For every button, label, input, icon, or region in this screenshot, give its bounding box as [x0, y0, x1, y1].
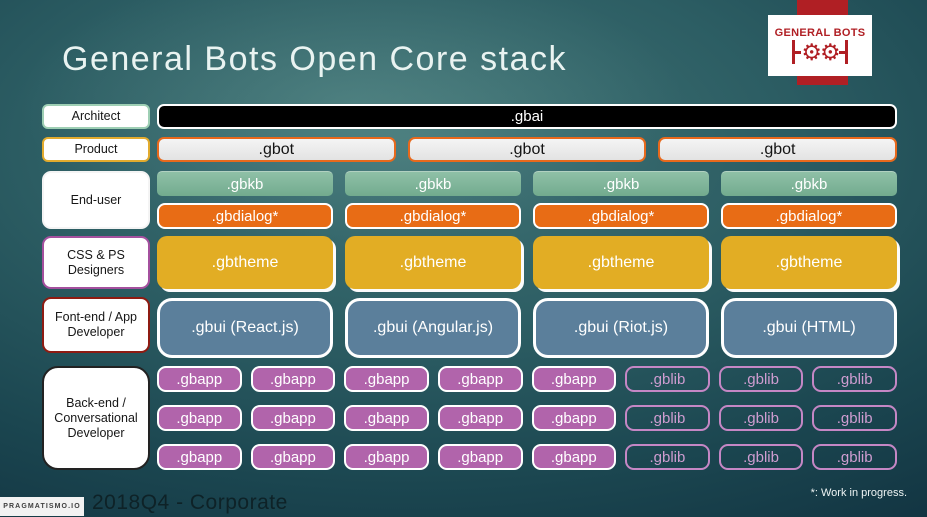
row-label-end-user: End-user — [42, 171, 150, 229]
row-gbui: .gbui (React.js) .gbui (Angular.js) .gbu… — [157, 298, 897, 358]
gbdialog-box: .gbdialog* — [721, 203, 897, 229]
gbapp-box: .gbapp — [437, 444, 523, 470]
gblib-box: .gblib — [812, 405, 897, 431]
gbapp-box: .gbapp — [437, 366, 523, 392]
gbapp-box: .gbapp — [250, 444, 336, 470]
gbkb-box: .gbkb — [721, 171, 897, 196]
gblib-box: .gblib — [625, 444, 710, 470]
gbot-box: .gbot — [658, 137, 898, 162]
gblib-box: .gblib — [625, 366, 710, 392]
gbtheme-box: .gbtheme — [721, 236, 897, 289]
gbui-react-box: .gbui (React.js) — [157, 298, 333, 358]
gblib-box: .gblib — [718, 444, 804, 470]
gbapp-box: .gbapp — [531, 444, 617, 470]
gbtheme-box: .gbtheme — [345, 236, 521, 289]
gear-glyphs: ⚙⚙ — [801, 38, 840, 65]
gblib-box: .gblib — [812, 366, 897, 392]
footer-caption: 2018Q4 - Corporate — [92, 491, 288, 514]
gbapp-box: .gbapp — [157, 366, 242, 392]
gbapp-box: .gbapp — [157, 405, 242, 431]
row-gbapp-gblib-1: .gbapp .gbapp .gbapp .gbapp .gbapp .gbli… — [157, 366, 897, 392]
row-gbapp-gblib-3: .gbapp .gbapp .gbapp .gbapp .gbapp .gbli… — [157, 444, 897, 470]
gbapp-box: .gbapp — [531, 405, 617, 431]
row-label-frontend-app-developer: Font-end / App Developer — [42, 297, 150, 353]
gblib-box: .gblib — [625, 405, 710, 431]
general-bots-logo: GENERAL BOTS ⚙⚙ — [768, 15, 872, 76]
row-gbtheme: .gbtheme .gbtheme .gbtheme .gbtheme — [157, 236, 897, 289]
gbkb-box: .gbkb — [157, 171, 333, 196]
gbui-angular-box: .gbui (Angular.js) — [345, 298, 521, 358]
row-label-backend-conversational-developer: Back-end / Conversational Developer — [42, 366, 150, 470]
gbapp-box: .gbapp — [437, 405, 523, 431]
gbdialog-box: .gbdialog* — [157, 203, 333, 229]
gbtheme-box: .gbtheme — [533, 236, 709, 289]
pragmatismo-logo-chip: PRAGMATISMO.IO — [0, 497, 84, 516]
gbot-box: .gbot — [157, 137, 396, 162]
gbapp-box: .gbapp — [344, 444, 429, 470]
gbapp-box: .gbapp — [250, 405, 336, 431]
row-gbdialog: .gbdialog* .gbdialog* .gbdialog* .gbdial… — [157, 203, 897, 229]
row-gbkb: .gbkb .gbkb .gbkb .gbkb — [157, 171, 897, 196]
gbapp-box: .gbapp — [157, 444, 242, 470]
gbkb-box: .gbkb — [533, 171, 709, 196]
gbkb-box: .gbkb — [345, 171, 521, 196]
row-gbapp-gblib-2: .gbapp .gbapp .gbapp .gbapp .gbapp .gbli… — [157, 405, 897, 431]
gblib-box: .gblib — [718, 405, 804, 431]
gbapp-box: .gbapp — [344, 405, 429, 431]
gblib-box: .gblib — [812, 444, 897, 470]
gbai-box: .gbai — [157, 104, 897, 129]
gbot-box: .gbot — [407, 137, 647, 162]
gbtheme-box: .gbtheme — [157, 236, 333, 289]
gbui-html-box: .gbui (HTML) — [721, 298, 897, 358]
logo-brand-text: GENERAL BOTS — [774, 27, 866, 39]
row-label-css-ps-designers: CSS & PS Designers — [42, 236, 150, 289]
row-label-architect: Architect — [42, 104, 150, 129]
row-gbai: .gbai — [157, 104, 897, 129]
row-gbot: .gbot .gbot .gbot — [157, 137, 898, 162]
row-label-product: Product — [42, 137, 150, 162]
gbdialog-box: .gbdialog* — [533, 203, 709, 229]
page-title: General Bots Open Core stack — [62, 40, 568, 78]
gbapp-box: .gbapp — [531, 366, 617, 392]
gbapp-box: .gbapp — [344, 366, 429, 392]
gears-icon: ⚙⚙ — [792, 38, 848, 65]
gbui-riot-box: .gbui (Riot.js) — [533, 298, 709, 358]
gblib-box: .gblib — [718, 366, 804, 392]
pragmatismo-brand-text: PRAGMATISMO.IO — [3, 503, 81, 510]
gear-right-bar — [844, 40, 848, 64]
gbdialog-box: .gbdialog* — [345, 203, 521, 229]
work-in-progress-note: *: Work in progress. — [810, 487, 907, 499]
slide-background: General Bots Open Core stack GENERAL BOT… — [0, 0, 927, 517]
gbapp-box: .gbapp — [250, 366, 336, 392]
